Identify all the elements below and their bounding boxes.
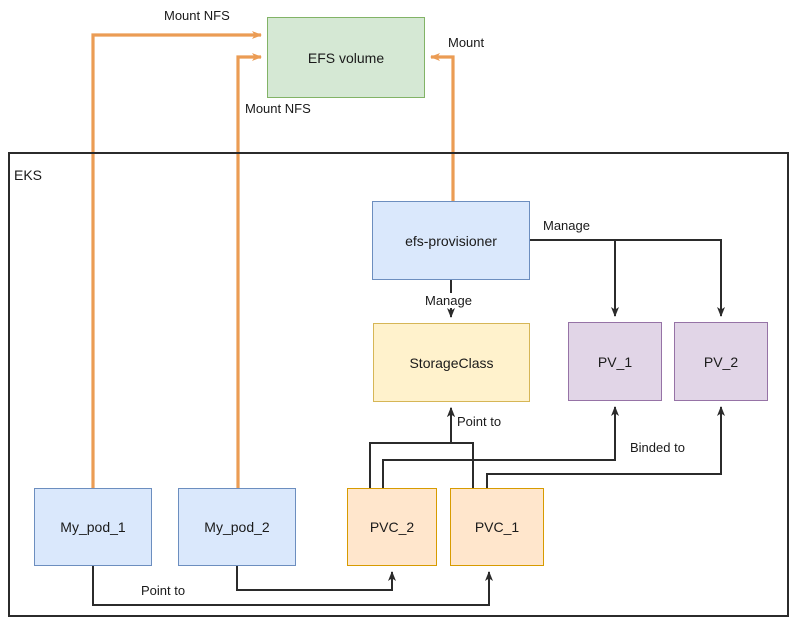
node-pv-2[interactable]: PV_2	[674, 322, 768, 401]
node-pv-2-label: PV_2	[703, 353, 739, 370]
node-pvc-2[interactable]: PVC_2	[347, 488, 437, 566]
node-my-pod-2[interactable]: My_pod_2	[178, 488, 296, 566]
node-efs-provisioner-label: efs-provisioner	[405, 232, 497, 249]
node-pvc-2-label: PVC_2	[369, 519, 415, 535]
edge-label-mount-nfs-top: Mount NFS	[162, 8, 232, 23]
node-pvc-1[interactable]: PVC_1	[450, 488, 544, 566]
node-storageclass-label: StorageClass	[409, 354, 494, 371]
edge-label-binded-to: Binded to	[628, 440, 687, 455]
edge-label-point-to-storageclass: Point to	[455, 414, 504, 429]
diagram-canvas: EKS EFS volume efs-provisioner StorageCl…	[0, 0, 800, 627]
node-my-pod-2-label: My_pod_2	[204, 519, 270, 535]
node-my-pod-1-label: My_pod_1	[60, 519, 126, 535]
node-efs-volume-label: EFS volume	[307, 49, 385, 66]
node-my-pod-1[interactable]: My_pod_1	[34, 488, 152, 566]
node-efs-volume[interactable]: EFS volume	[267, 17, 425, 98]
node-pvc-1-label: PVC_1	[474, 519, 520, 535]
eks-boundary-label: EKS	[12, 167, 45, 183]
edge-label-manage-pv: Manage	[541, 218, 592, 233]
node-pv-1-label: PV_1	[597, 353, 633, 370]
edge-label-manage-storageclass: Manage	[423, 293, 474, 308]
edge-label-mount-right: Mount	[446, 35, 487, 50]
node-efs-provisioner[interactable]: efs-provisioner	[372, 201, 530, 280]
node-pv-1[interactable]: PV_1	[568, 322, 662, 401]
edge-label-point-to-pvc: Point to	[139, 583, 188, 598]
node-storageclass[interactable]: StorageClass	[373, 323, 530, 402]
edge-label-mount-nfs-bottom: Mount NFS	[243, 101, 313, 116]
